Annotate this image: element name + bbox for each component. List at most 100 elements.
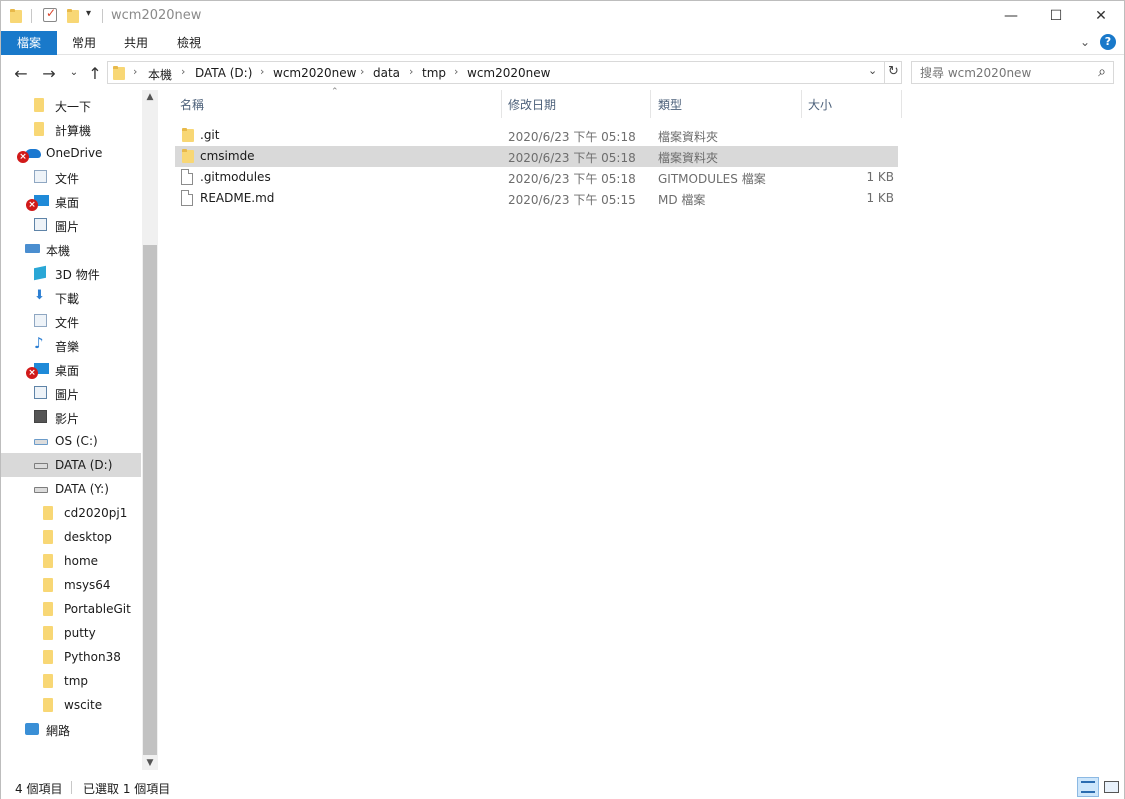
- nav-item[interactable]: 圖片: [1, 213, 141, 237]
- file-row[interactable]: .git 2020/6/23 下午 05:18 檔案資料夾: [175, 125, 898, 146]
- nav-scrollbar[interactable]: ▲ ▼: [142, 90, 158, 770]
- nav-item[interactable]: msys64: [1, 573, 141, 597]
- folder-icon: [43, 530, 53, 544]
- up-button[interactable]: ↑: [85, 64, 105, 83]
- nav-item[interactable]: tmp: [1, 669, 141, 693]
- address-bar[interactable]: › 本機 › DATA (D:) › wcm2020new › data › t…: [107, 61, 902, 84]
- nav-item[interactable]: wscite: [1, 693, 141, 717]
- scroll-down-icon[interactable]: ▼: [142, 758, 158, 768]
- nav-item-label: desktop: [64, 530, 112, 544]
- explorer-window: ✓ ▾ wcm2020new — ☐ ✕ 檔案 常用 共用 檢視 ⌄ ? ← →…: [0, 0, 1125, 799]
- breadcrumb-wcm2020new-current[interactable]: wcm2020new: [467, 66, 550, 80]
- refresh-icon[interactable]: ↻: [888, 64, 899, 79]
- help-icon[interactable]: ?: [1100, 34, 1116, 50]
- nav-item[interactable]: OS (C:): [1, 429, 141, 453]
- folder-icon: [43, 602, 53, 616]
- file-row[interactable]: README.md 2020/6/23 下午 05:15 MD 檔案 1 KB: [175, 188, 898, 209]
- nav-item[interactable]: 網路: [1, 717, 141, 741]
- chevron-right-icon[interactable]: ›: [181, 65, 185, 78]
- nav-item[interactable]: DATA (D:): [1, 453, 141, 477]
- nav-item[interactable]: 3D 物件: [1, 261, 141, 285]
- minimize-button[interactable]: —: [988, 1, 1034, 31]
- breadcrumb-data-d[interactable]: DATA (D:): [195, 66, 252, 80]
- file-name: .gitmodules: [200, 170, 271, 184]
- nav-item[interactable]: 文件: [1, 309, 141, 333]
- nav-item-label: tmp: [64, 674, 89, 688]
- large-icons-view-button[interactable]: [1100, 777, 1122, 797]
- forward-button[interactable]: →: [39, 64, 59, 83]
- back-button[interactable]: ←: [11, 64, 31, 83]
- column-header-name[interactable]: 名稱: [174, 90, 502, 118]
- nav-item[interactable]: DATA (Y:): [1, 477, 141, 501]
- nav-item[interactable]: desktop: [1, 525, 141, 549]
- divider: [884, 62, 885, 83]
- breadcrumb-tmp[interactable]: tmp: [422, 66, 446, 80]
- nav-item[interactable]: 計算機: [1, 117, 141, 141]
- chevron-right-icon[interactable]: ›: [454, 65, 458, 78]
- file-row[interactable]: cmsimde 2020/6/23 下午 05:18 檔案資料夾: [175, 146, 898, 167]
- tab-share[interactable]: 共用: [112, 31, 160, 55]
- tab-view[interactable]: 檢視: [165, 31, 213, 55]
- nav-item[interactable]: PortableGit: [1, 597, 141, 621]
- details-view-icon: [1081, 781, 1095, 793]
- navigation-pane: 大一下 計算機 × OneDrive 文件 × 桌面 圖片 本機 3D 物件 ⬇ 下載 文件 ♪ 音樂 × 桌面…: [1, 90, 158, 770]
- nav-item[interactable]: home: [1, 549, 141, 573]
- item-count: 4 個項目: [15, 782, 63, 796]
- nav-item[interactable]: 本機: [1, 237, 141, 261]
- network-drive-icon: [34, 487, 48, 493]
- chevron-right-icon[interactable]: ›: [409, 65, 413, 78]
- nav-item[interactable]: × 桌面: [1, 357, 141, 381]
- nav-item[interactable]: putty: [1, 621, 141, 645]
- qat-dropdown-icon[interactable]: ▾: [86, 8, 91, 19]
- column-header-date[interactable]: 修改日期: [502, 90, 651, 118]
- chevron-right-icon[interactable]: ›: [360, 65, 364, 78]
- file-type: 檔案資料夾: [658, 151, 719, 165]
- nav-item[interactable]: × OneDrive: [1, 141, 141, 165]
- nav-item-label: 文件: [55, 316, 80, 330]
- folder-icon: [43, 554, 53, 568]
- nav-item[interactable]: 文件: [1, 165, 141, 189]
- search-box[interactable]: ⌕: [911, 61, 1114, 84]
- search-icon[interactable]: ⌕: [1098, 64, 1106, 80]
- tab-file[interactable]: 檔案: [1, 31, 57, 55]
- folder-icon: [113, 66, 125, 80]
- details-view-button[interactable]: [1077, 777, 1099, 797]
- recent-locations-icon[interactable]: ⌄: [64, 67, 84, 78]
- search-input[interactable]: [920, 65, 1090, 81]
- ribbon-right: ⌄ ?: [1080, 34, 1116, 50]
- folder-icon: [34, 98, 44, 112]
- maximize-button[interactable]: ☐: [1033, 1, 1079, 31]
- nav-item-label: 圖片: [55, 388, 80, 402]
- nav-item[interactable]: ⬇ 下載: [1, 285, 141, 309]
- file-name: README.md: [200, 191, 275, 205]
- nav-item[interactable]: Python38: [1, 645, 141, 669]
- nav-item[interactable]: 圖片: [1, 381, 141, 405]
- chevron-right-icon[interactable]: ›: [133, 65, 137, 78]
- address-dropdown-icon[interactable]: ⌄: [868, 64, 877, 77]
- nav-item-label: cd2020pj1: [64, 506, 128, 520]
- nav-item[interactable]: × 桌面: [1, 189, 141, 213]
- nav-item[interactable]: cd2020pj1: [1, 501, 141, 525]
- breadcrumb-data[interactable]: data: [373, 66, 400, 80]
- breadcrumb-this-pc[interactable]: 本機: [148, 66, 172, 83]
- nav-item[interactable]: ♪ 音樂: [1, 333, 141, 357]
- status-bar: 4 個項目 已選取 1 個項目: [1, 775, 1124, 799]
- column-header-size[interactable]: 大小: [802, 90, 902, 118]
- nav-item-label: msys64: [64, 578, 111, 592]
- nav-item-label: 桌面: [55, 364, 80, 378]
- nav-item[interactable]: 影片: [1, 405, 141, 429]
- chevron-right-icon[interactable]: ›: [260, 65, 264, 78]
- nav-item[interactable]: 大一下: [1, 93, 141, 117]
- new-folder-icon[interactable]: [67, 9, 79, 23]
- expand-ribbon-icon[interactable]: ⌄: [1080, 35, 1090, 49]
- close-button[interactable]: ✕: [1078, 1, 1124, 31]
- properties-checkbox-icon[interactable]: ✓: [43, 6, 57, 22]
- tab-home[interactable]: 常用: [60, 31, 108, 55]
- column-header-type[interactable]: 類型: [652, 90, 802, 118]
- breadcrumb-wcm2020new[interactable]: wcm2020new: [273, 66, 356, 80]
- file-row[interactable]: .gitmodules 2020/6/23 下午 05:18 GITMODULES …: [175, 167, 898, 188]
- scroll-up-icon[interactable]: ▲: [142, 92, 158, 102]
- folder-icon: [43, 626, 53, 640]
- nav-item-label: 桌面: [55, 196, 80, 210]
- scrollbar-thumb[interactable]: [143, 245, 157, 755]
